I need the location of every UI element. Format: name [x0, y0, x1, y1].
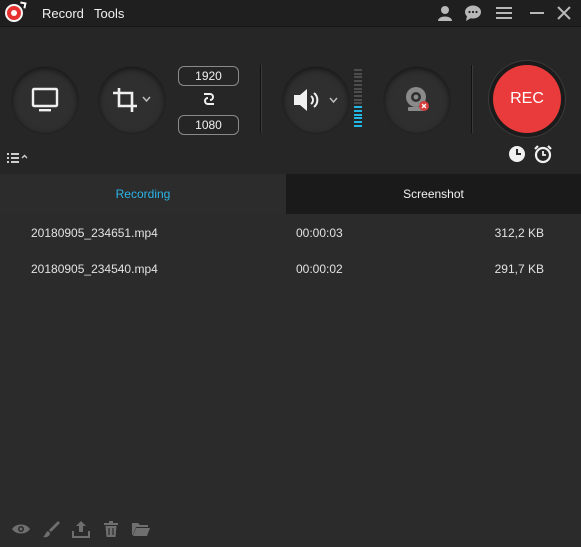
webcam-icon [406, 87, 429, 111]
toolbar-divider [471, 65, 472, 133]
file-duration: 00:00:02 [296, 262, 343, 276]
region-mode-button[interactable] [99, 67, 165, 133]
open-folder-icon[interactable] [131, 519, 151, 539]
list-item[interactable]: 20180905_234651.mp4 00:00:03 312,2 KB [0, 214, 581, 250]
menu-record[interactable]: Record [42, 6, 84, 21]
height-field[interactable]: 1080 [178, 115, 239, 135]
file-size: 291,7 KB [494, 262, 544, 276]
audio-level-segment [354, 124, 362, 127]
upload-icon[interactable] [71, 519, 91, 539]
audio-level-segment [354, 95, 362, 98]
file-name: 20180905_234651.mp4 [31, 226, 158, 240]
audio-level-segment [354, 98, 362, 101]
audio-level-segment [354, 87, 362, 90]
audio-level-segment [354, 80, 362, 83]
audio-level-meter [354, 69, 362, 127]
chat-icon[interactable] [464, 4, 482, 22]
audio-level-segment [354, 113, 362, 116]
close-icon[interactable] [555, 4, 573, 22]
tab-screenshot[interactable]: Screenshot [286, 174, 581, 214]
trash-icon[interactable] [101, 519, 121, 539]
toolbar-divider [260, 65, 261, 133]
audio-level-segment [354, 69, 362, 71]
edit-brush-icon[interactable] [41, 519, 61, 539]
preview-eye-icon[interactable] [11, 519, 31, 539]
webcam-button[interactable] [384, 67, 450, 133]
speaker-icon [294, 89, 338, 111]
file-size: 312,2 KB [494, 226, 544, 240]
content-tabs: Recording Screenshot [0, 174, 581, 214]
link-icon[interactable] [200, 89, 218, 109]
schedule-clock-icon[interactable] [508, 145, 526, 163]
alarm-clock-icon[interactable] [533, 144, 553, 164]
menu-icon[interactable] [495, 4, 513, 22]
audio-level-segment [354, 91, 362, 94]
recording-toolbar: 1920 1080 REC [0, 26, 581, 174]
audio-level-segment [354, 106, 362, 109]
bottom-toolbar [0, 514, 581, 547]
minimize-icon[interactable] [528, 4, 546, 22]
audio-level-segment [354, 121, 362, 124]
crop-icon [113, 88, 151, 112]
audio-level-segment [354, 117, 362, 120]
audio-button[interactable] [283, 67, 349, 133]
audio-level-segment [354, 76, 362, 79]
recording-list: 20180905_234651.mp4 00:00:03 312,2 KB 20… [0, 214, 581, 514]
file-duration: 00:00:03 [296, 226, 343, 240]
fullscreen-mode-button[interactable] [12, 67, 78, 133]
monitor-icon [31, 87, 59, 112]
menu-tools[interactable]: Tools [94, 6, 124, 21]
audio-level-segment [354, 72, 362, 75]
list-toggle-icon[interactable] [7, 151, 29, 163]
title-bar: Record Tools [0, 0, 581, 26]
tab-recording[interactable]: Recording [0, 174, 286, 214]
audio-level-segment [354, 109, 362, 112]
list-item[interactable]: 20180905_234540.mp4 00:00:02 291,7 KB [0, 250, 581, 286]
account-icon[interactable] [436, 4, 454, 22]
file-name: 20180905_234540.mp4 [31, 262, 158, 276]
app-logo-icon [5, 1, 27, 22]
width-field[interactable]: 1920 [178, 66, 239, 86]
rec-button[interactable]: REC [493, 65, 561, 133]
audio-level-segment [354, 102, 362, 105]
audio-level-segment [354, 83, 362, 86]
